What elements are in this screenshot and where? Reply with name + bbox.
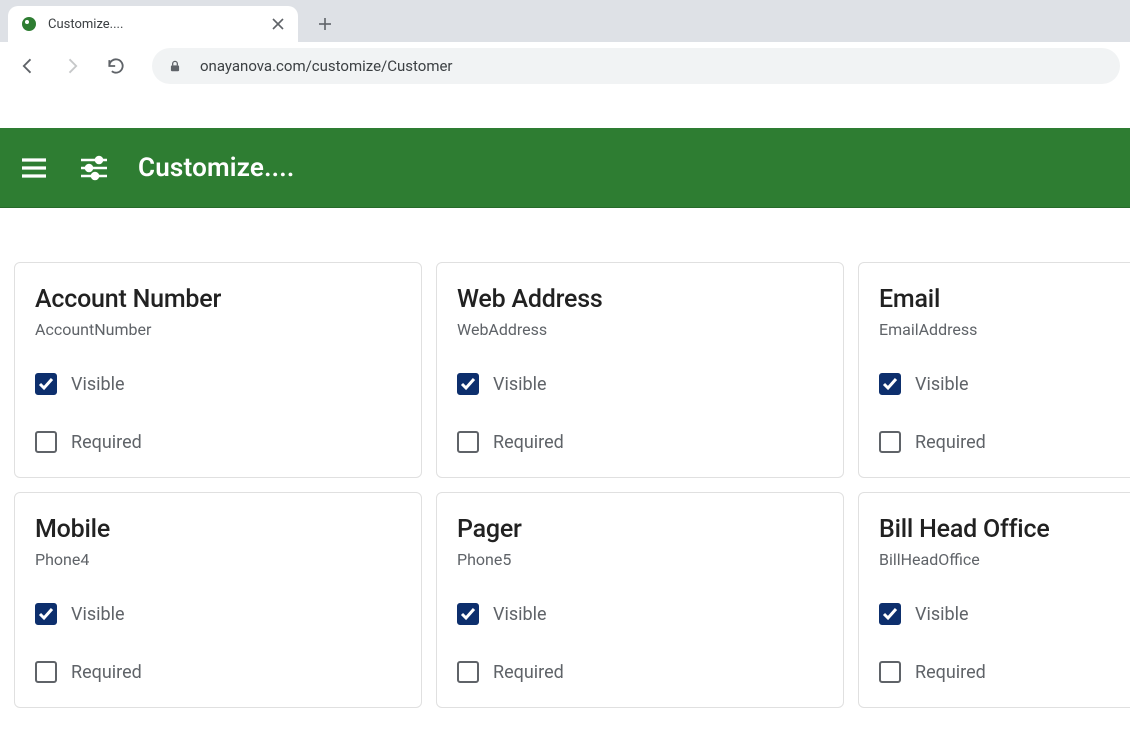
checkbox-row-visible: Visible — [457, 603, 823, 625]
checkbox-row-required: Required — [879, 431, 1130, 453]
required-checkbox[interactable] — [35, 661, 57, 683]
field-card: Account Number AccountNumber Visible Requir… — [14, 262, 422, 478]
hamburger-menu-icon[interactable] — [18, 152, 50, 184]
card-subtitle: EmailAddress — [879, 320, 1130, 339]
checkbox-row-visible: Visible — [879, 603, 1130, 625]
app-header: Customize.... — [0, 128, 1130, 208]
browser-tab[interactable]: Customize.... — [8, 6, 298, 42]
visible-checkbox[interactable] — [35, 603, 57, 625]
card-title: Pager — [457, 515, 823, 544]
visible-label: Visible — [71, 374, 125, 395]
card-title: Email — [879, 285, 1130, 314]
required-checkbox[interactable] — [457, 661, 479, 683]
checkbox-row-required: Required — [35, 661, 401, 683]
checkbox-row-required: Required — [879, 661, 1130, 683]
visible-label: Visible — [915, 604, 969, 625]
tab-title: Customize.... — [48, 17, 264, 32]
visible-label: Visible — [915, 374, 969, 395]
required-label: Required — [493, 432, 564, 453]
forward-button[interactable] — [54, 48, 90, 84]
checkbox-row-visible: Visible — [35, 373, 401, 395]
card-subtitle: AccountNumber — [35, 320, 401, 339]
field-card: Bill Head Office BillHeadOffice Visible Req… — [858, 492, 1130, 708]
main-content: Account Number AccountNumber Visible Requir… — [0, 208, 1130, 708]
checkbox-row-visible: Visible — [879, 373, 1130, 395]
card-title: Account Number — [35, 285, 401, 314]
required-label: Required — [915, 432, 986, 453]
address-bar[interactable]: onayanova.com/customize/Customer — [152, 48, 1120, 84]
visible-checkbox[interactable] — [457, 603, 479, 625]
card-subtitle: WebAddress — [457, 320, 823, 339]
required-checkbox[interactable] — [35, 431, 57, 453]
card-subtitle: Phone5 — [457, 550, 823, 569]
checkbox-row-required: Required — [35, 431, 401, 453]
page-title: Customize.... — [138, 153, 294, 183]
reload-button[interactable] — [98, 48, 134, 84]
field-card: Email EmailAddress Visible Required — [858, 262, 1130, 478]
checkbox-row-visible: Visible — [35, 603, 401, 625]
field-card: Mobile Phone4 Visible Required — [14, 492, 422, 708]
visible-label: Visible — [493, 604, 547, 625]
favicon-icon — [20, 15, 38, 33]
url-text: onayanova.com/customize/Customer — [200, 57, 453, 75]
required-label: Required — [915, 662, 986, 683]
field-card: Web Address WebAddress Visible Required — [436, 262, 844, 478]
card-title: Bill Head Office — [879, 515, 1130, 544]
required-label: Required — [493, 662, 564, 683]
checkbox-row-required: Required — [457, 431, 823, 453]
sliders-icon[interactable] — [78, 152, 110, 184]
checkbox-row-required: Required — [457, 661, 823, 683]
back-button[interactable] — [10, 48, 46, 84]
required-checkbox[interactable] — [457, 431, 479, 453]
card-subtitle: BillHeadOffice — [879, 550, 1130, 569]
lock-icon — [168, 59, 182, 73]
required-checkbox[interactable] — [879, 661, 901, 683]
field-card: Pager Phone5 Visible Required — [436, 492, 844, 708]
required-label: Required — [71, 432, 142, 453]
required-checkbox[interactable] — [879, 431, 901, 453]
browser-tab-strip: Customize.... — [0, 0, 1130, 42]
visible-checkbox[interactable] — [35, 373, 57, 395]
card-subtitle: Phone4 — [35, 550, 401, 569]
required-label: Required — [71, 662, 142, 683]
new-tab-button[interactable] — [310, 9, 340, 39]
checkbox-row-visible: Visible — [457, 373, 823, 395]
card-title: Web Address — [457, 285, 823, 314]
visible-checkbox[interactable] — [457, 373, 479, 395]
visible-checkbox[interactable] — [879, 373, 901, 395]
card-title: Mobile — [35, 515, 401, 544]
visible-label: Visible — [71, 604, 125, 625]
card-grid: Account Number AccountNumber Visible Requir… — [14, 262, 1116, 708]
visible-label: Visible — [493, 374, 547, 395]
browser-toolbar: onayanova.com/customize/Customer — [0, 42, 1130, 90]
close-tab-icon[interactable] — [270, 16, 286, 32]
visible-checkbox[interactable] — [879, 603, 901, 625]
